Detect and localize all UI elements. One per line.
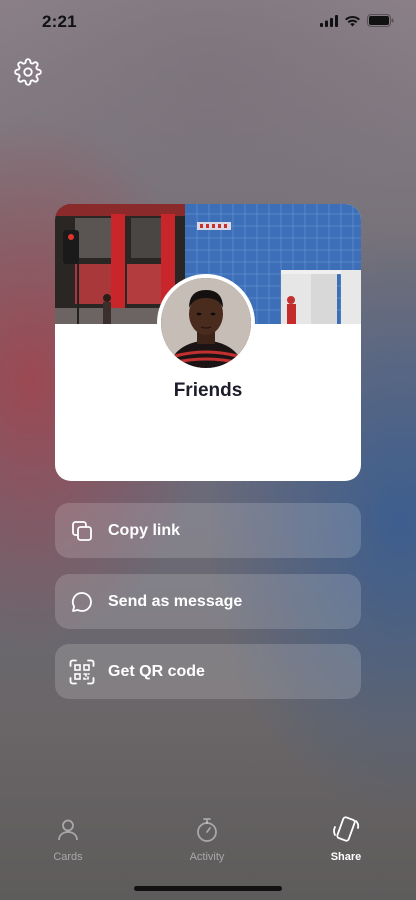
avatar: [157, 274, 255, 372]
stopwatch-icon: [167, 815, 247, 845]
status-icons: [320, 14, 394, 27]
send-as-message-button[interactable]: Send as message: [55, 574, 361, 629]
wifi-icon: [345, 15, 360, 26]
status-time: 2:21: [42, 12, 77, 31]
battery-icon: [367, 14, 394, 27]
gear-icon: [14, 58, 42, 86]
tab-bar: Cards Activity Share: [0, 815, 416, 875]
tab-share[interactable]: Share: [306, 815, 386, 863]
phone-share-icon: [306, 815, 386, 845]
signal-icon: [320, 14, 338, 27]
profile-card: Friends: [55, 204, 361, 481]
tab-cards-label: Cards: [53, 851, 83, 863]
status-bar: 2:21: [0, 0, 416, 44]
card-title: Friends: [173, 380, 243, 401]
settings-button[interactable]: [14, 58, 42, 86]
message-icon: [68, 588, 96, 616]
get-qr-code-label: Get QR code: [108, 662, 205, 680]
get-qr-code-button[interactable]: Get QR code: [55, 644, 361, 699]
tab-activity[interactable]: Activity: [167, 815, 247, 863]
send-as-message-label: Send as message: [108, 592, 243, 610]
tab-share-label: Share: [330, 851, 362, 863]
person-icon: [28, 815, 108, 845]
tab-cards[interactable]: Cards: [28, 815, 108, 863]
home-indicator: [134, 886, 282, 891]
copy-icon: [68, 517, 96, 545]
copy-link-label: Copy link: [108, 521, 181, 539]
copy-link-button[interactable]: Copy link: [55, 503, 361, 558]
avatar-photo: [161, 278, 251, 368]
tab-activity-label: Activity: [189, 851, 225, 863]
qr-code-icon: [68, 658, 96, 686]
